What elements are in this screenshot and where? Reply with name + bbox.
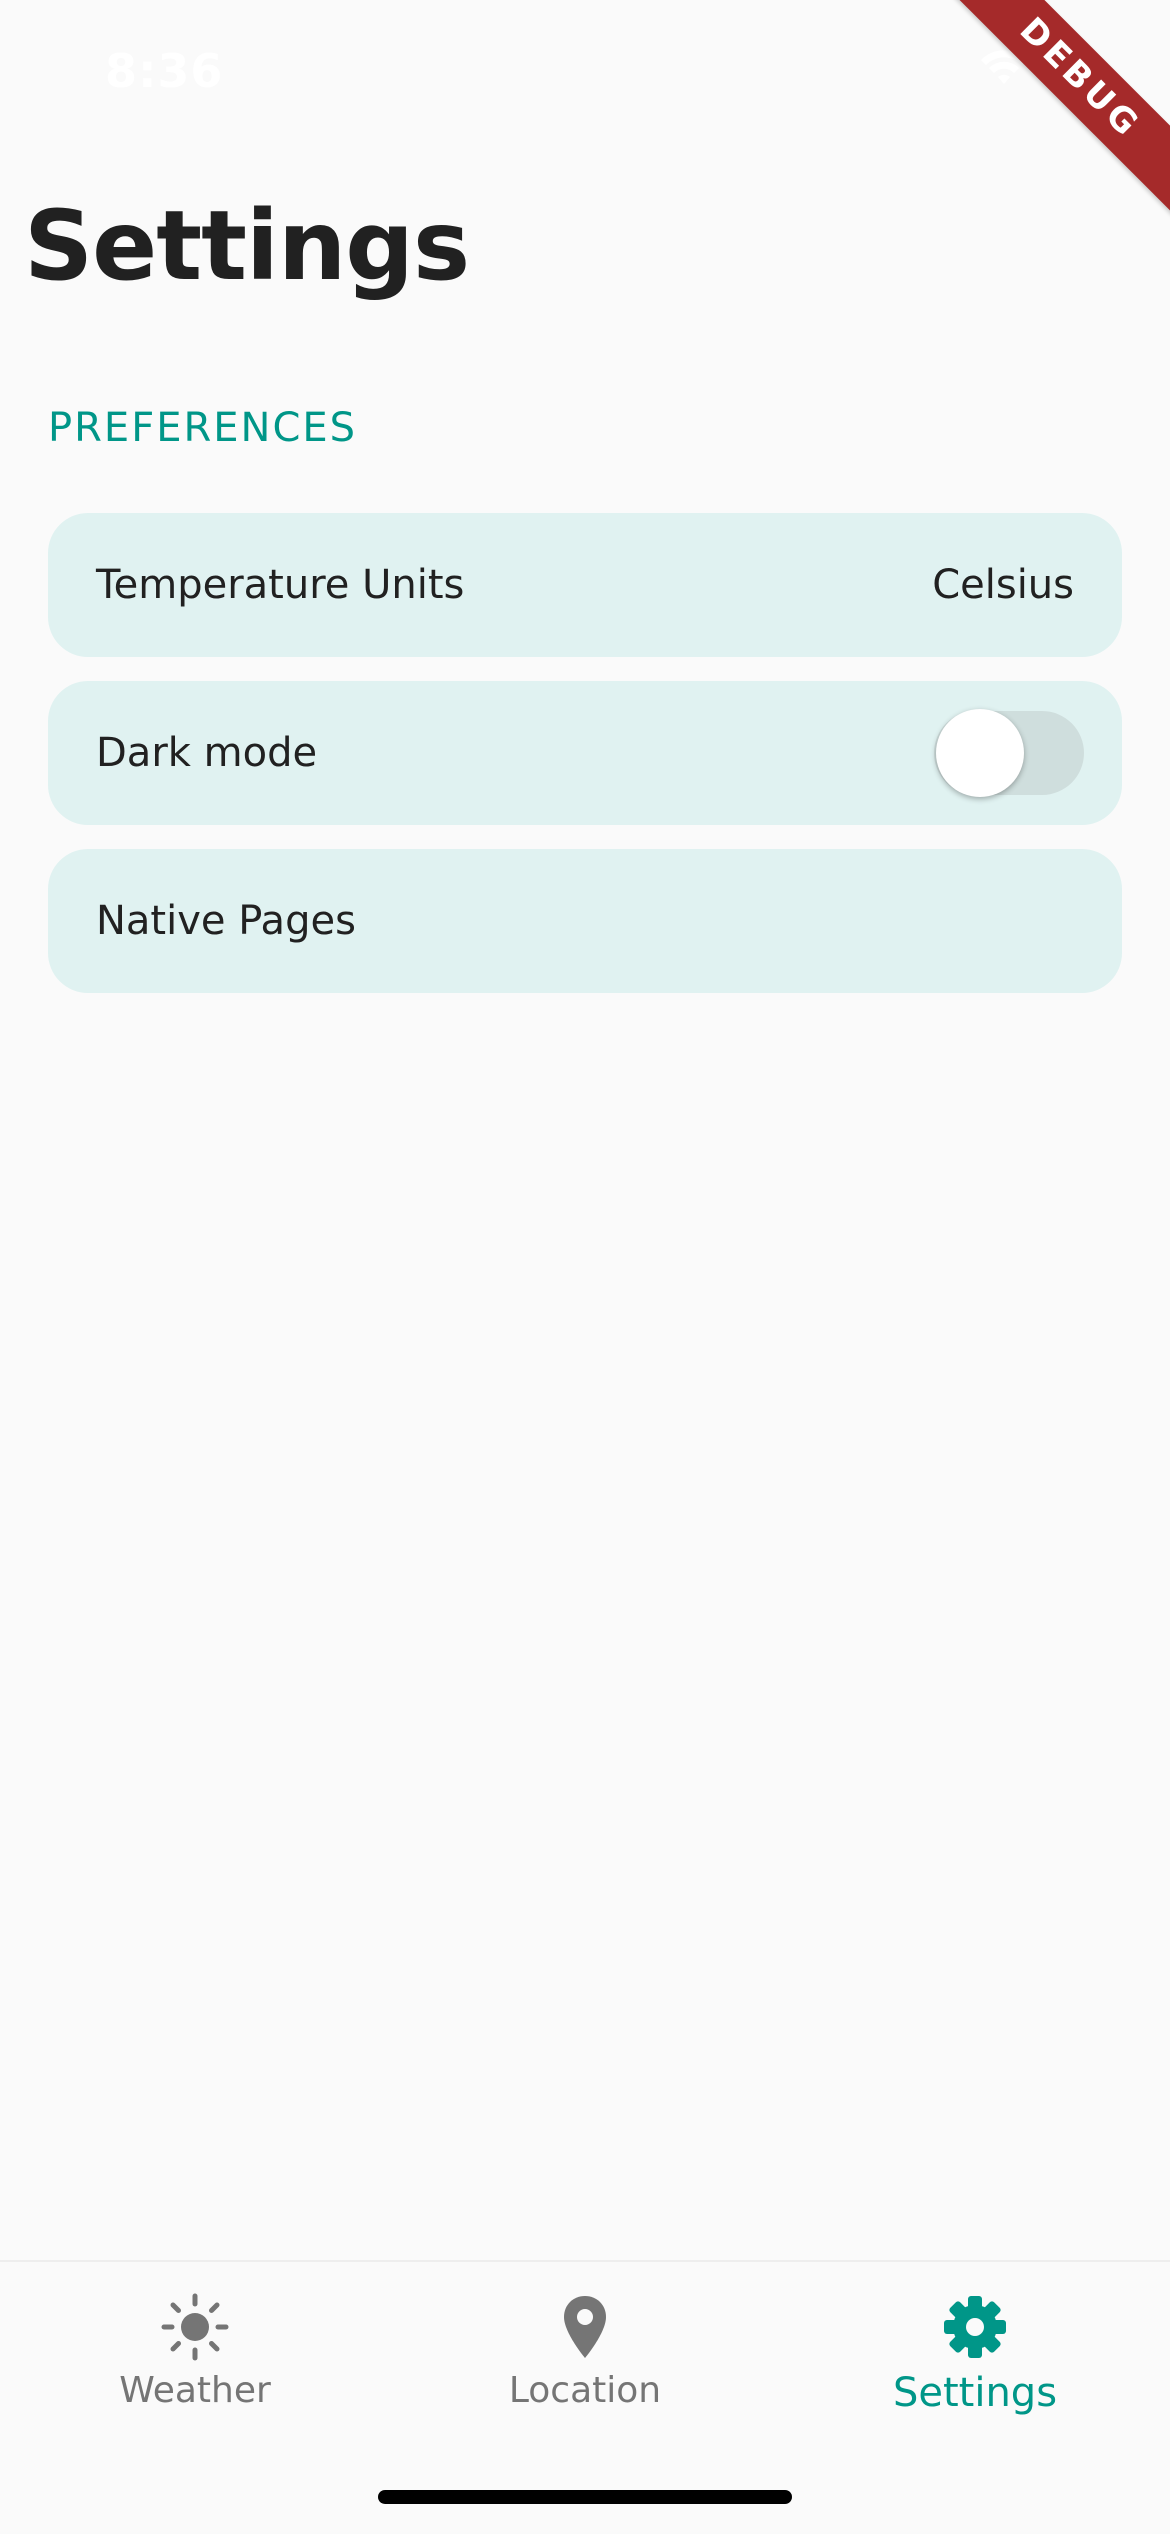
sun-icon (160, 2292, 230, 2362)
toggle-thumb (936, 709, 1024, 797)
temperature-units-row[interactable]: Temperature Units Celsius (48, 513, 1122, 657)
nav-item-location[interactable]: Location (390, 2292, 780, 2411)
nav-label-weather: Weather (119, 2370, 271, 2411)
native-pages-row[interactable]: Native Pages (48, 849, 1122, 993)
temperature-units-label: Temperature Units (96, 562, 465, 608)
home-indicator (378, 2490, 792, 2504)
status-time: 8:36 (105, 44, 224, 98)
temperature-units-value: Celsius (932, 562, 1074, 608)
nav-item-weather[interactable]: Weather (0, 2292, 390, 2411)
native-pages-label: Native Pages (96, 898, 356, 944)
page-title: Settings (24, 190, 470, 302)
dark-mode-toggle[interactable] (934, 709, 1084, 797)
nav-item-settings[interactable]: Settings (780, 2292, 1170, 2416)
dark-mode-row[interactable]: Dark mode (48, 681, 1122, 825)
nav-label-settings: Settings (892, 2370, 1058, 2416)
gear-icon (940, 2292, 1010, 2362)
section-header-preferences: PREFERENCES (48, 405, 358, 451)
nav-label-location: Location (508, 2370, 662, 2411)
dark-mode-label: Dark mode (96, 730, 318, 776)
location-pin-icon (550, 2292, 620, 2362)
